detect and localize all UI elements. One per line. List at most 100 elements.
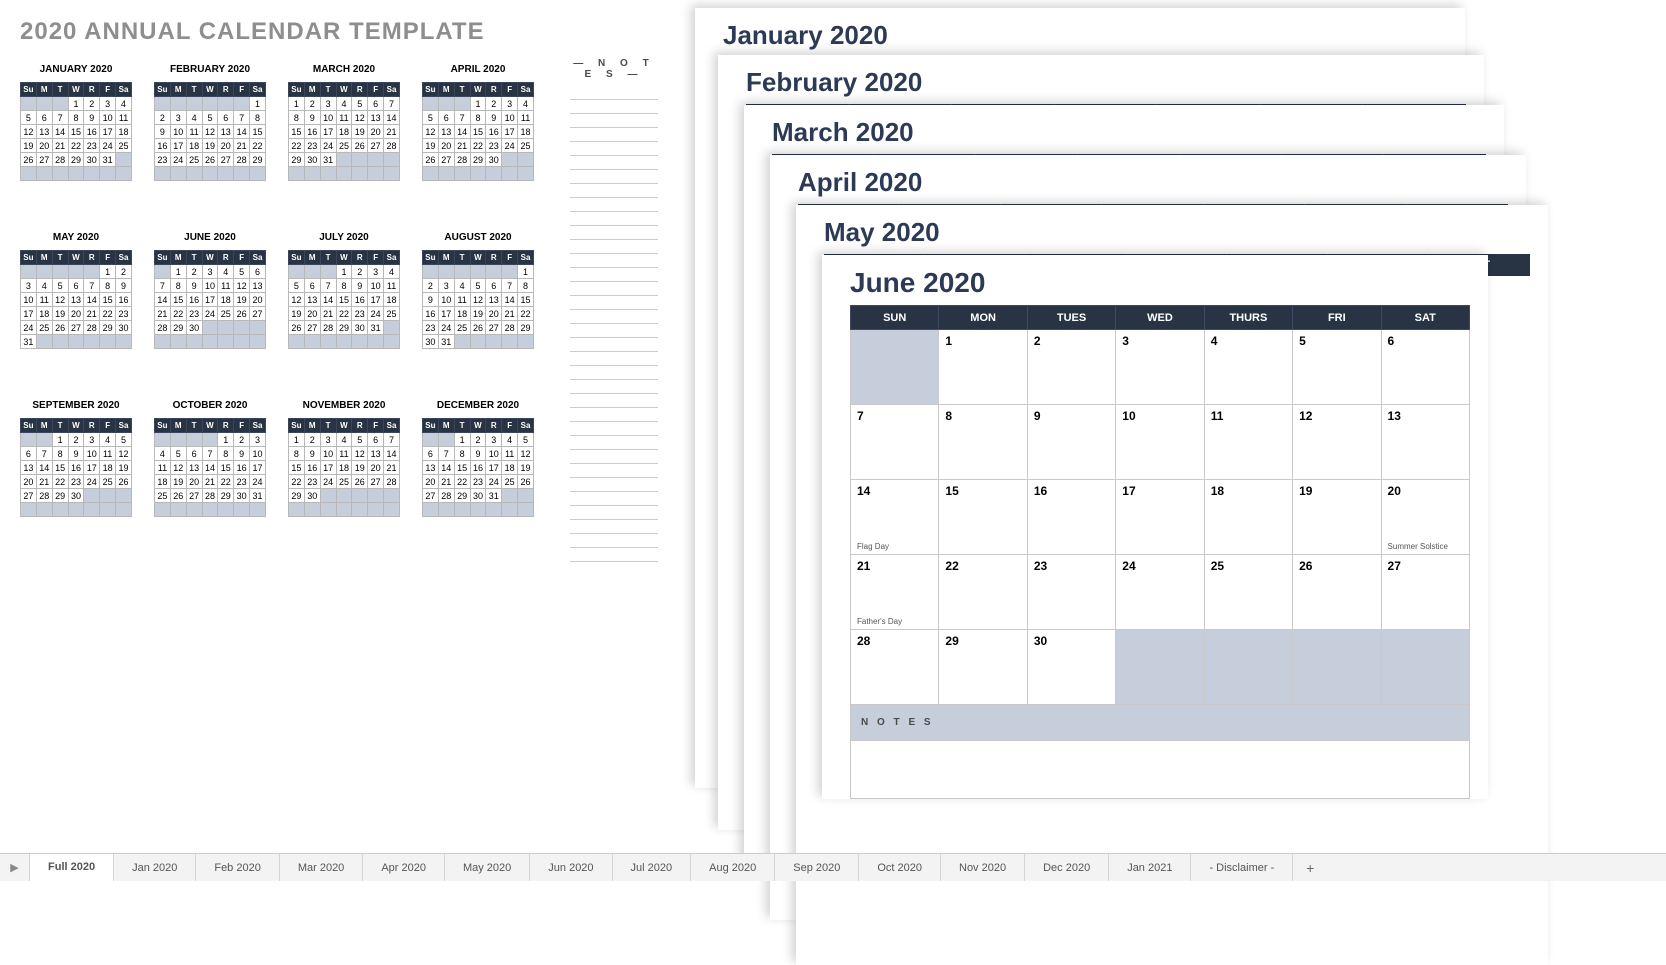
calendar-day-cell[interactable]: 30 — [1027, 630, 1115, 705]
calendar-day-cell[interactable]: 11 — [1204, 405, 1292, 480]
notes-line[interactable] — [570, 310, 658, 324]
notes-line[interactable] — [570, 506, 658, 520]
sheet-tab[interactable]: Jun 2020 — [530, 854, 612, 881]
sheet-tab[interactable]: Oct 2020 — [859, 854, 941, 881]
calendar-day-cell[interactable]: 13 — [1381, 405, 1469, 480]
calendar-day-cell[interactable]: 28 — [851, 630, 939, 705]
notes-line[interactable] — [570, 492, 658, 506]
calendar-day-cell[interactable]: 24 — [1116, 555, 1204, 630]
notes-line[interactable] — [570, 408, 658, 422]
calendar-day-cell[interactable]: 16 — [1027, 480, 1115, 555]
notes-line[interactable] — [570, 198, 658, 212]
notes-line[interactable] — [570, 128, 658, 142]
calendar-day-cell[interactable] — [1293, 630, 1381, 705]
calendar-day-cell[interactable]: 29 — [939, 630, 1027, 705]
calendar-day-cell[interactable]: 15 — [939, 480, 1027, 555]
notes-line[interactable] — [570, 436, 658, 450]
notes-line[interactable] — [570, 464, 658, 478]
calendar-day-cell[interactable]: 17 — [1116, 480, 1204, 555]
calendar-day-cell[interactable]: 8 — [939, 405, 1027, 480]
notes-line[interactable] — [570, 156, 658, 170]
mini-month: NOVEMBER 2020SuMTWRFSa123456789101112131… — [288, 400, 400, 542]
notes-line[interactable] — [570, 520, 658, 534]
month-card-title: February 2020 — [746, 67, 1466, 98]
calendar-day-cell[interactable] — [851, 330, 939, 405]
sheet-tab[interactable]: Full 2020 — [30, 854, 114, 882]
notes-line[interactable] — [570, 366, 658, 380]
month-card-title: May 2020 — [824, 217, 1530, 248]
notes-line[interactable] — [570, 184, 658, 198]
sheet-tab[interactable]: Aug 2020 — [691, 854, 775, 881]
notes-line[interactable] — [570, 212, 658, 226]
annual-notes-title: — N O T E S — — [570, 58, 658, 80]
tab-add-button[interactable]: + — [1293, 854, 1327, 881]
month-card-title: April 2020 — [798, 167, 1508, 198]
notes-line[interactable] — [570, 296, 658, 310]
notes-line[interactable] — [570, 324, 658, 338]
calendar-day-cell[interactable]: 27 — [1381, 555, 1469, 630]
sheet-tab[interactable]: Jan 2021 — [1109, 854, 1191, 881]
notes-line[interactable] — [570, 394, 658, 408]
sheet-tab[interactable]: Dec 2020 — [1025, 854, 1109, 881]
sheet-tab[interactable]: Jan 2020 — [114, 854, 196, 881]
notes-line[interactable] — [570, 170, 658, 184]
notes-line[interactable] — [570, 478, 658, 492]
notes-line[interactable] — [570, 422, 658, 436]
calendar-day-cell[interactable]: 22 — [939, 555, 1027, 630]
notes-line[interactable] — [570, 380, 658, 394]
calendar-day-cell[interactable]: 21Father's Day — [851, 555, 939, 630]
notes-line[interactable] — [570, 548, 658, 562]
calendar-day-cell[interactable]: 5 — [1293, 330, 1381, 405]
sheet-tab[interactable]: Sep 2020 — [775, 854, 859, 881]
sheet-tab[interactable]: Feb 2020 — [196, 854, 279, 881]
calendar-day-cell[interactable]: 19 — [1293, 480, 1381, 555]
calendar-day-cell[interactable]: 12 — [1293, 405, 1381, 480]
annual-month-grid: JANUARY 2020SuMTWRFSa1234567891011121314… — [20, 64, 645, 542]
calendar-day-cell[interactable]: 7 — [851, 405, 939, 480]
june-notes-area[interactable] — [850, 741, 1470, 799]
notes-line[interactable] — [570, 114, 658, 128]
calendar-day-cell[interactable]: 23 — [1027, 555, 1115, 630]
calendar-day-cell[interactable]: 2 — [1027, 330, 1115, 405]
calendar-day-cell[interactable]: 14Flag Day — [851, 480, 939, 555]
notes-line[interactable] — [570, 282, 658, 296]
sheet-tab[interactable]: - Disclaimer - — [1191, 854, 1293, 881]
notes-line[interactable] — [570, 142, 658, 156]
calendar-day-cell[interactable] — [1116, 630, 1204, 705]
mini-month: APRIL 2020SuMTWRFSa123456789101112131415… — [422, 64, 534, 206]
calendar-day-cell[interactable]: 25 — [1204, 555, 1292, 630]
notes-line[interactable] — [570, 100, 658, 114]
mini-month-title: DECEMBER 2020 — [422, 400, 534, 414]
calendar-day-cell[interactable]: 6 — [1381, 330, 1469, 405]
mini-month-title: FEBRUARY 2020 — [154, 64, 266, 78]
tab-nav-prev[interactable]: ▶ — [0, 854, 30, 881]
sheet-tab[interactable]: May 2020 — [445, 854, 530, 881]
mini-month: SEPTEMBER 2020SuMTWRFSa12345678910111213… — [20, 400, 132, 542]
notes-line[interactable] — [570, 352, 658, 366]
calendar-day-cell[interactable]: 9 — [1027, 405, 1115, 480]
notes-line[interactable] — [570, 338, 658, 352]
sheet-tab[interactable]: Nov 2020 — [941, 854, 1025, 881]
calendar-day-cell[interactable]: 1 — [939, 330, 1027, 405]
sheet-tab-strip: ▶ Full 2020Jan 2020Feb 2020Mar 2020Apr 2… — [0, 853, 1666, 881]
notes-line[interactable] — [570, 534, 658, 548]
calendar-day-cell[interactable]: 4 — [1204, 330, 1292, 405]
notes-line[interactable] — [570, 226, 658, 240]
notes-line[interactable] — [570, 268, 658, 282]
sheet-tab[interactable]: Mar 2020 — [280, 854, 363, 881]
mini-month: DECEMBER 2020SuMTWRFSa123456789101112131… — [422, 400, 534, 542]
notes-line[interactable] — [570, 450, 658, 464]
calendar-day-cell[interactable]: 18 — [1204, 480, 1292, 555]
calendar-day-cell[interactable]: 10 — [1116, 405, 1204, 480]
notes-line[interactable] — [570, 254, 658, 268]
notes-line[interactable] — [570, 86, 658, 100]
notes-line[interactable] — [570, 240, 658, 254]
sheet-tab[interactable]: Jul 2020 — [613, 854, 692, 881]
calendar-day-cell[interactable]: 3 — [1116, 330, 1204, 405]
calendar-day-cell[interactable] — [1381, 630, 1469, 705]
calendar-day-cell[interactable]: 20Summer Solstice — [1381, 480, 1469, 555]
sheet-tab[interactable]: Apr 2020 — [363, 854, 445, 881]
mini-month-title: JULY 2020 — [288, 232, 400, 246]
calendar-day-cell[interactable]: 26 — [1293, 555, 1381, 630]
calendar-day-cell[interactable] — [1204, 630, 1292, 705]
